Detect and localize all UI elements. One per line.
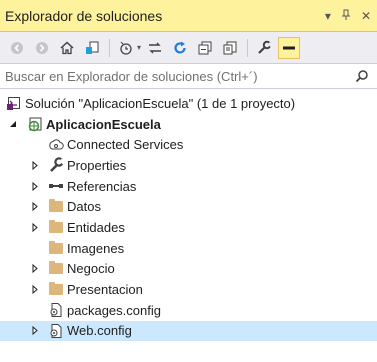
tree-item-label: Referencias [67,178,137,194]
tree-item-label: Imagenes [67,240,125,256]
auto-hide-pin-icon[interactable] [341,9,351,23]
folder-icon [48,240,64,256]
tree-item-datos[interactable]: Datos [0,196,377,217]
tree-item-imagenes[interactable]: Imagenes [0,238,377,259]
connected-services-icon [48,137,64,153]
solution-icon [6,95,22,111]
folder-icon [48,219,64,235]
tree-item-aplicacionescuela[interactable]: AplicacionEscuela [0,114,377,135]
properties-icon[interactable] [253,37,275,59]
tree-item-entidades[interactable]: Entidades [0,217,377,238]
tree-item-label: Datos [67,199,101,215]
tree-item-packages-config[interactable]: packages.config [0,300,377,321]
toolbar-separator [247,38,249,57]
tree-item-label: Properties [67,157,127,173]
expand-arrow-icon[interactable] [30,217,40,237]
collapse-arrow-icon[interactable] [8,114,18,134]
folder-icon [48,199,64,215]
close-icon[interactable]: ✕ [361,10,371,22]
tree-item-properties[interactable]: Properties [0,155,377,176]
tree-item-label: AplicacionEscuela [46,116,161,132]
expand-arrow-icon[interactable] [30,155,40,175]
pending-changes-filter-icon[interactable] [115,37,137,59]
solution-explorer-title-bar[interactable]: Explorador de soluciones ▾ ✕ [0,0,377,32]
tree-item-label: Solución "AplicacionEscuela" (1 de 1 pro… [25,95,296,111]
window-controls: ▾ ✕ [325,0,371,32]
tree-item-web-config[interactable]: Web.config [0,320,377,342]
tree-item-connected-services[interactable]: Connected Services [0,134,377,155]
filter-dropdown-icon[interactable]: ▾ [137,43,141,52]
wrench-icon [48,157,64,173]
expand-arrow-icon[interactable] [30,321,40,341]
expand-arrow-icon[interactable] [30,259,40,279]
tree-item-referencias[interactable]: Referencias [0,176,377,197]
search-icon[interactable] [351,65,373,87]
search-input[interactable] [5,68,351,84]
web-project-icon [27,116,43,132]
folder-icon [48,282,64,298]
config-file-icon [48,323,64,339]
tree-item-soluci-n-aplicacionescuela-1-de-1-proyecto[interactable]: Solución "AplicacionEscuela" (1 de 1 pro… [0,93,377,114]
refresh-icon[interactable] [169,37,191,59]
tree-item-label: Negocio [67,261,115,277]
tree-item-label: Connected Services [67,137,184,153]
preview-selected-items-icon[interactable] [278,36,301,59]
sync-with-active-document-icon[interactable] [144,37,166,59]
expand-arrow-icon[interactable] [30,197,40,217]
tree-item-label: Web.config [67,323,132,339]
window-position-dropdown-icon[interactable]: ▾ [325,10,331,22]
config-file-icon [48,302,64,318]
tree-item-label: packages.config [67,302,161,318]
collapse-all-icon[interactable] [194,37,216,59]
home-icon[interactable] [56,37,78,59]
panel-title: Explorador de soluciones [5,7,163,24]
tree-item-label: Presentacion [67,282,143,298]
expand-arrow-icon[interactable] [30,280,40,300]
references-icon [48,178,64,194]
solution-explorer-toolbar: ▾ [0,32,377,63]
tree-item-negocio[interactable]: Negocio [0,259,377,280]
search-bar [0,63,377,89]
back-icon[interactable] [6,37,28,59]
show-all-files-icon[interactable] [219,37,241,59]
forward-icon[interactable] [31,37,53,59]
toolbar-separator [109,38,110,57]
switch-views-icon[interactable] [81,37,103,59]
solution-tree: Solución "AplicacionEscuela" (1 de 1 pro… [0,93,377,342]
tree-item-label: Entidades [67,219,125,235]
folder-icon [48,261,64,277]
tree-item-presentacion[interactable]: Presentacion [0,279,377,300]
expand-arrow-icon[interactable] [30,176,40,196]
